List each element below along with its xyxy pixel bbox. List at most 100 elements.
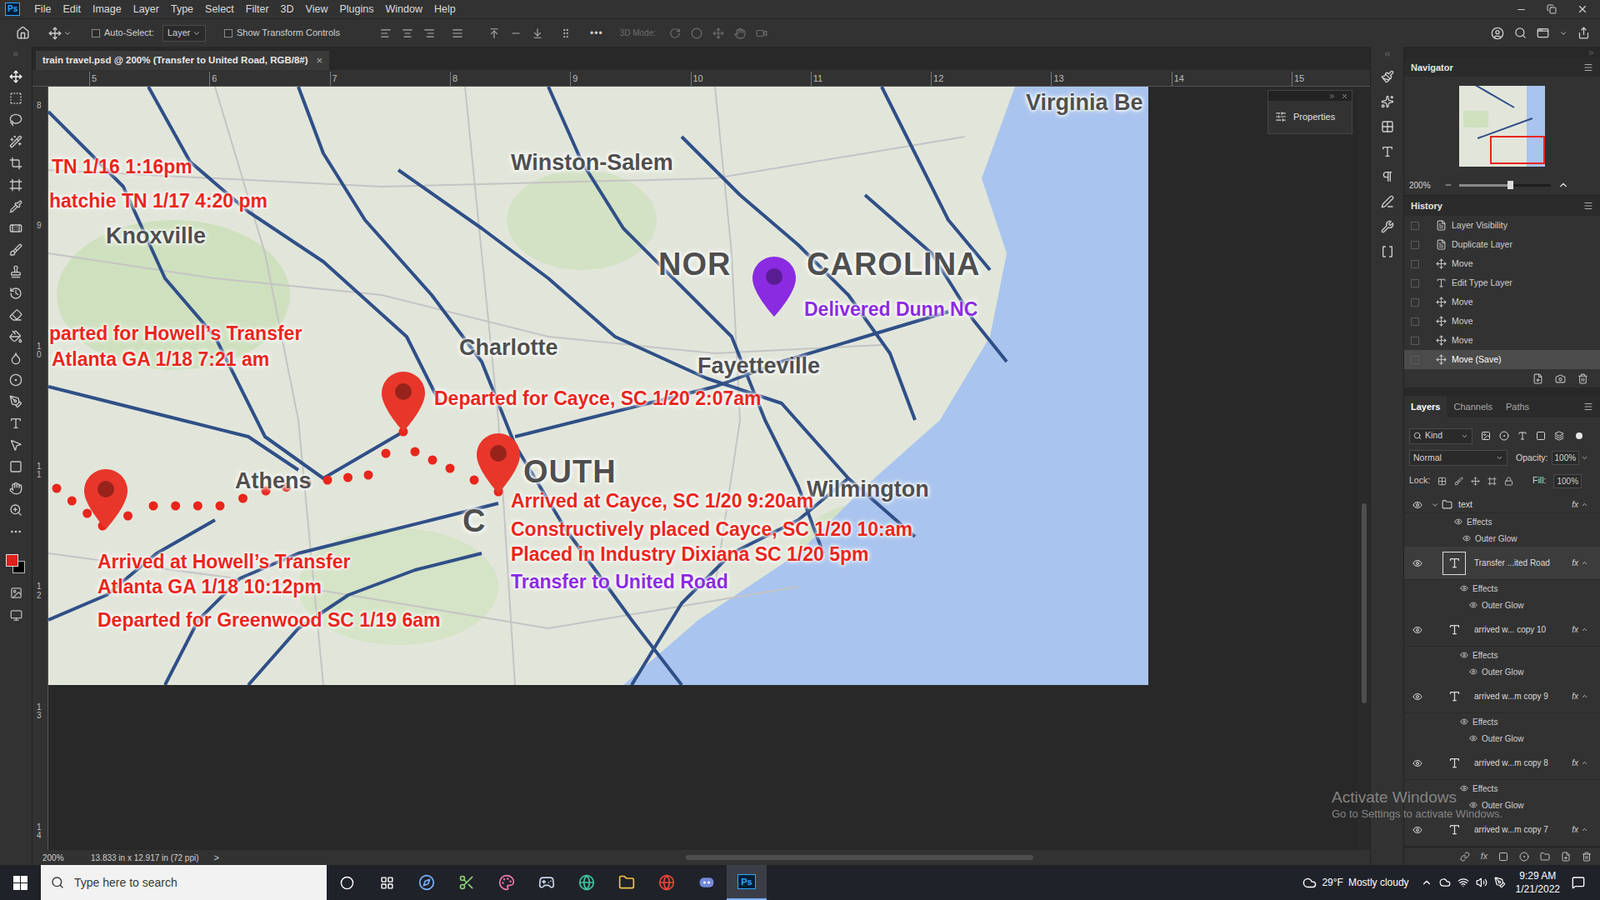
layer-thumbnail[interactable]	[1442, 751, 1466, 775]
layer-effect-row[interactable]: Outer Glow	[1404, 796, 1600, 814]
layer-thumbnail[interactable]	[1442, 685, 1466, 709]
layer-effect-row[interactable]: Outer Glow	[1404, 530, 1600, 547]
weather-condition[interactable]: Mostly cloudy	[1348, 875, 1410, 890]
menu-item[interactable]: 3D	[275, 1, 300, 18]
tool-preset-icon[interactable]	[63, 29, 72, 38]
history-item[interactable]: Move	[1404, 254, 1600, 274]
align-right-icon[interactable]	[423, 27, 435, 40]
onedrive-icon[interactable]	[1439, 876, 1451, 889]
properties-panel[interactable]: Properties	[1267, 90, 1353, 135]
path-selection-tool-icon[interactable]	[9, 438, 23, 452]
eyedropper-tool-icon[interactable]	[9, 200, 23, 214]
filter-type-icon[interactable]	[1517, 430, 1528, 441]
chrome-icon[interactable]	[658, 874, 675, 891]
blend-mode-dropdown[interactable]: Normal	[1409, 450, 1508, 466]
eraser-tool-icon[interactable]	[9, 308, 23, 322]
notifications-icon[interactable]	[1571, 875, 1585, 890]
layer-thumbnail[interactable]	[1442, 551, 1466, 575]
collapse-toolbar-icon[interactable]	[11, 50, 20, 59]
close-panel-icon[interactable]	[1340, 92, 1349, 100]
layer-row[interactable]: arrived w... copy 10fx	[1404, 613, 1600, 647]
effect-visibility-icon[interactable]	[1460, 650, 1469, 660]
minimize-icon[interactable]	[1515, 4, 1527, 15]
map-annotation[interactable]: hatchie TN 1/17 4:20 pm	[49, 191, 268, 211]
steam-icon[interactable]	[538, 874, 555, 891]
auto-select-target-dropdown[interactable]: Layer	[162, 25, 206, 42]
opacity-chevron-icon[interactable]	[1580, 454, 1589, 462]
type-tool-icon[interactable]	[9, 416, 23, 430]
adjustments-icon[interactable]	[1380, 120, 1395, 134]
zoom-out-icon[interactable]	[1444, 180, 1453, 190]
cortana-icon[interactable]	[340, 875, 355, 890]
discord-icon[interactable]	[698, 874, 715, 891]
map-annotation[interactable]: Atlanta GA 1/18 7:21 am	[51, 350, 270, 370]
magic-wand-tool-icon[interactable]	[9, 135, 23, 149]
effects-collapse-icon[interactable]	[1580, 559, 1589, 567]
vertical-scrollbar[interactable]	[1358, 86, 1370, 850]
align-top-icon[interactable]	[488, 27, 500, 40]
clock[interactable]: 9:29 AM1/21/2022	[1515, 869, 1560, 896]
history-brush-tool-icon[interactable]	[9, 286, 23, 300]
rectangle-tool-icon[interactable]	[9, 460, 23, 474]
map-annotation[interactable]: Arrived at Cayce, SC 1/20 9:20am	[510, 491, 814, 511]
menu-item[interactable]: Filter	[240, 1, 275, 18]
document-tab[interactable]: train travel.psd @ 200% (Transfer to Uni…	[35, 50, 330, 70]
layer-effects-badge[interactable]: fx	[1571, 498, 1579, 511]
distribute-icon[interactable]	[451, 27, 464, 40]
panel-tab[interactable]: Layers	[1404, 395, 1447, 418]
screen-mode-icon[interactable]	[10, 609, 23, 622]
layer-effect-row[interactable]: Effects	[1404, 713, 1600, 730]
panel-menu-icon[interactable]	[1583, 62, 1594, 73]
opacity-field[interactable]: 100%	[1551, 450, 1580, 465]
layer-filter-dropdown[interactable]: Kind	[1409, 428, 1473, 445]
history-item[interactable]: Move	[1404, 330, 1600, 350]
3d-roll-icon[interactable]	[690, 27, 703, 40]
workspace-chevron-icon[interactable]	[1559, 29, 1568, 38]
menu-item[interactable]: Image	[86, 1, 128, 18]
effect-visibility-icon[interactable]	[1462, 534, 1471, 543]
close-tab-button[interactable]: ×	[316, 52, 324, 70]
layer-row[interactable]: textfx	[1404, 496, 1600, 514]
visibility-icon[interactable]	[1412, 558, 1423, 569]
map-annotation[interactable]: Placed in Industry Dixiana SC 1/20 5pm	[510, 545, 870, 565]
libraries-icon[interactable]	[1380, 245, 1395, 259]
new-document-from-state-icon[interactable]	[1532, 373, 1544, 385]
layer-thumbnail[interactable]	[1442, 818, 1466, 842]
status-arrow[interactable]: >	[214, 850, 220, 865]
network-icon[interactable]	[1457, 876, 1470, 889]
layer-effect-row[interactable]: Outer Glow	[1404, 730, 1600, 747]
layer-effects-badge[interactable]: fx	[1571, 756, 1579, 770]
history-item[interactable]: Move (Save)	[1404, 350, 1600, 370]
map-annotation[interactable]: parted for Howell’s Transfer	[49, 324, 302, 344]
expand-panels-icon[interactable]	[1383, 50, 1392, 59]
map-annotation[interactable]: Departed for Greenwood SC 1/19 6am	[97, 610, 441, 630]
group-expand-icon[interactable]	[1430, 500, 1440, 510]
close-icon[interactable]	[1576, 3, 1589, 15]
dodge-tool-icon[interactable]	[9, 373, 23, 387]
filter-pixel-icon[interactable]	[1480, 430, 1491, 441]
history-item[interactable]: Move	[1404, 311, 1600, 331]
effect-visibility-icon[interactable]	[1460, 717, 1469, 726]
layer-effect-row[interactable]: Effects	[1404, 646, 1600, 664]
edit-toolbar-icon[interactable]	[9, 525, 23, 539]
effect-visibility-icon[interactable]	[1469, 800, 1478, 810]
collapse-icon[interactable]	[1328, 92, 1336, 100]
file-explorer-icon[interactable]	[618, 874, 635, 891]
learn-icon[interactable]	[1490, 26, 1505, 40]
history-item[interactable]: Move	[1404, 292, 1600, 312]
layer-row[interactable]: Transfer ...ited Roadfx	[1404, 546, 1600, 580]
map-annotation[interactable]: Delivered Dunn NC	[804, 300, 978, 320]
layer-effect-row[interactable]: Effects	[1404, 580, 1600, 597]
restore-icon[interactable]	[1546, 4, 1557, 15]
effect-visibility-icon[interactable]	[1460, 584, 1469, 593]
healing-brush-tool-icon[interactable]	[9, 221, 23, 235]
more-options[interactable]: •••	[590, 25, 604, 41]
character-icon[interactable]	[1380, 145, 1395, 159]
document-canvas[interactable]: Virginia BeWinston-SalemKnoxvilleNORCARO…	[48, 86, 1149, 685]
blur-tool-icon[interactable]	[9, 351, 23, 365]
glyphs-icon[interactable]	[1380, 195, 1395, 209]
brushes-icon[interactable]	[1380, 95, 1395, 109]
menu-item[interactable]: Select	[199, 1, 240, 18]
zoom-tool-icon[interactable]	[9, 503, 23, 517]
3d-scale-icon[interactable]	[755, 27, 768, 40]
